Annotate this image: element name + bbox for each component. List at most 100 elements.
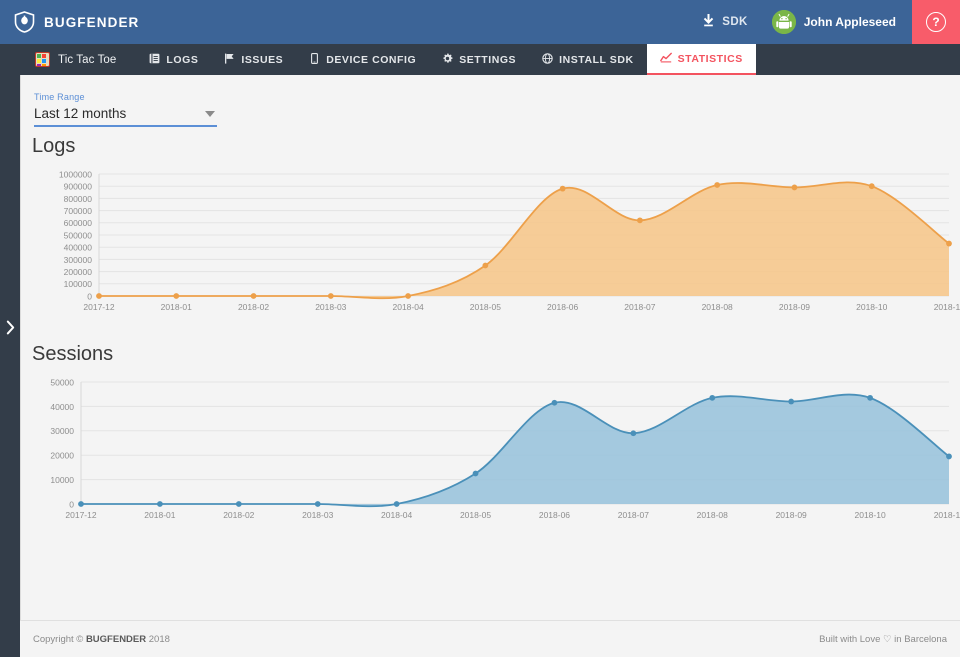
svg-text:30000: 30000 — [50, 426, 74, 436]
sdk-label: SDK — [722, 16, 747, 28]
svg-text:2018-11: 2018-11 — [934, 510, 960, 520]
sessions-chart-header: Sessions — [21, 343, 960, 366]
svg-text:2017-12: 2017-12 — [65, 510, 96, 520]
svg-text:2018-10: 2018-10 — [856, 302, 887, 312]
top-header-bar: BUGFENDER SDK — [0, 0, 960, 44]
sidebar-item-app-tic-tac-toe[interactable]: Tic Tac Toe — [25, 44, 136, 75]
sidebar-expand-toggle[interactable] — [0, 315, 20, 345]
svg-text:2018-09: 2018-09 — [779, 302, 810, 312]
svg-text:50000: 50000 — [50, 377, 74, 387]
svg-text:2018-05: 2018-05 — [470, 302, 501, 312]
svg-text:1000000: 1000000 — [59, 169, 92, 179]
user-name-label: John Appleseed — [804, 15, 896, 29]
svg-text:100000: 100000 — [64, 279, 93, 289]
svg-text:2018-02: 2018-02 — [238, 302, 269, 312]
collapsed-sidebar — [0, 75, 20, 657]
svg-text:2018-08: 2018-08 — [702, 302, 733, 312]
globe-icon — [542, 53, 553, 67]
tab-settings[interactable]: SETTINGS — [429, 44, 529, 75]
tab-device-config-label: DEVICE CONFIG — [326, 54, 416, 66]
svg-text:2018-09: 2018-09 — [776, 510, 807, 520]
android-avatar-icon — [772, 10, 796, 34]
app-thumbnail-icon — [35, 52, 50, 67]
svg-text:2018-04: 2018-04 — [381, 510, 412, 520]
svg-text:10000: 10000 — [50, 475, 74, 485]
sdk-download-button[interactable]: SDK — [688, 0, 761, 44]
download-icon — [702, 14, 715, 31]
logs-chart-title: Logs — [32, 135, 75, 157]
tab-device-config[interactable]: DEVICE CONFIG — [296, 44, 429, 75]
svg-text:200000: 200000 — [64, 267, 93, 277]
copyright-prefix: Copyright © — [33, 634, 86, 645]
copyright-year: 2018 — [146, 634, 170, 645]
application-window: BUGFENDER SDK — [0, 0, 960, 657]
tab-issues-label: ISSUES — [241, 54, 283, 66]
book-icon — [149, 53, 160, 67]
time-range-value: Last 12 months — [34, 106, 126, 121]
svg-text:0: 0 — [69, 499, 74, 509]
time-range-label: Time Range — [34, 92, 217, 102]
sessions-area-chart: 0 10000 20000 30000 40000 50000 2017-12 2018-01… — [21, 374, 960, 526]
svg-text:2017-12: 2017-12 — [83, 302, 114, 312]
tab-install-sdk-label: INSTALL SDK — [559, 54, 634, 66]
main-content: Time Range Last 12 months Logs 010000020… — [20, 75, 960, 657]
user-menu[interactable]: John Appleseed — [762, 0, 912, 44]
svg-text:800000: 800000 — [64, 194, 93, 204]
svg-text:2018-07: 2018-07 — [624, 302, 655, 312]
svg-text:600000: 600000 — [64, 218, 93, 228]
logs-chart-block: Logs 0 100000 200000 300000 400000 500000 6000… — [21, 135, 960, 325]
navigation-tab-bar: Tic Tac Toe LOGS ISSUES — [0, 44, 960, 75]
line-chart-icon — [660, 52, 672, 66]
brand-logo-group[interactable]: BUGFENDER — [0, 11, 139, 33]
tab-logs-label: LOGS — [166, 54, 198, 66]
app-tab-label: Tic Tac Toe — [58, 54, 116, 66]
help-button[interactable]: ? — [912, 0, 960, 44]
sessions-chart-block: Sessions 0 10000 20000 30000 40000 50000 2017-… — [21, 343, 960, 533]
svg-text:300000: 300000 — [64, 255, 93, 265]
tab-statistics[interactable]: STATISTICS — [647, 44, 756, 75]
svg-text:2018-10: 2018-10 — [854, 510, 885, 520]
phone-icon — [309, 53, 320, 67]
built-with-text: Built with Love ♡ in Barcelona — [819, 634, 947, 645]
brand-name: BUGFENDER — [44, 15, 139, 30]
svg-text:2018-08: 2018-08 — [697, 510, 728, 520]
svg-text:2018-01: 2018-01 — [144, 510, 175, 520]
svg-text:2018-02: 2018-02 — [223, 510, 254, 520]
svg-text:20000: 20000 — [50, 451, 74, 461]
svg-text:2018-04: 2018-04 — [392, 302, 423, 312]
svg-text:700000: 700000 — [64, 206, 93, 216]
sessions-chart-title: Sessions — [32, 343, 113, 365]
svg-text:2018-03: 2018-03 — [302, 510, 333, 520]
page-footer: Copyright © BUGFENDER 2018 Built with Lo… — [20, 620, 960, 657]
bugfender-shield-icon — [14, 11, 35, 33]
gear-icon — [442, 53, 453, 67]
logs-chart-header: Logs — [21, 135, 960, 158]
svg-text:40000: 40000 — [50, 402, 74, 412]
copyright-text: Copyright © BUGFENDER 2018 — [33, 634, 170, 645]
header-right-group: SDK John Appleseed — [688, 0, 960, 44]
svg-text:400000: 400000 — [64, 243, 93, 253]
svg-text:2018-01: 2018-01 — [161, 302, 192, 312]
svg-text:900000: 900000 — [64, 182, 93, 192]
svg-text:2018-06: 2018-06 — [547, 302, 578, 312]
svg-text:2018-05: 2018-05 — [460, 510, 491, 520]
tab-logs[interactable]: LOGS — [136, 44, 211, 75]
chevron-down-icon — [205, 111, 215, 117]
flag-icon — [224, 53, 235, 67]
svg-text:2018-11: 2018-11 — [934, 302, 960, 312]
svg-text:2018-07: 2018-07 — [618, 510, 649, 520]
tab-issues[interactable]: ISSUES — [211, 44, 296, 75]
time-range-control: Time Range Last 12 months — [34, 92, 217, 127]
question-mark-icon: ? — [926, 12, 946, 32]
svg-text:0: 0 — [87, 291, 92, 301]
tab-statistics-label: STATISTICS — [678, 53, 743, 65]
logs-area-chart: 0 100000 200000 300000 400000 500000 600000 700… — [21, 166, 960, 318]
tab-settings-label: SETTINGS — [459, 54, 516, 66]
time-range-select[interactable]: Last 12 months — [34, 106, 217, 127]
svg-text:2018-03: 2018-03 — [315, 302, 346, 312]
copyright-brand: BUGFENDER — [86, 634, 146, 645]
svg-text:500000: 500000 — [64, 230, 93, 240]
svg-text:2018-06: 2018-06 — [539, 510, 570, 520]
tab-install-sdk[interactable]: INSTALL SDK — [529, 44, 647, 75]
chevron-right-icon — [6, 320, 15, 340]
